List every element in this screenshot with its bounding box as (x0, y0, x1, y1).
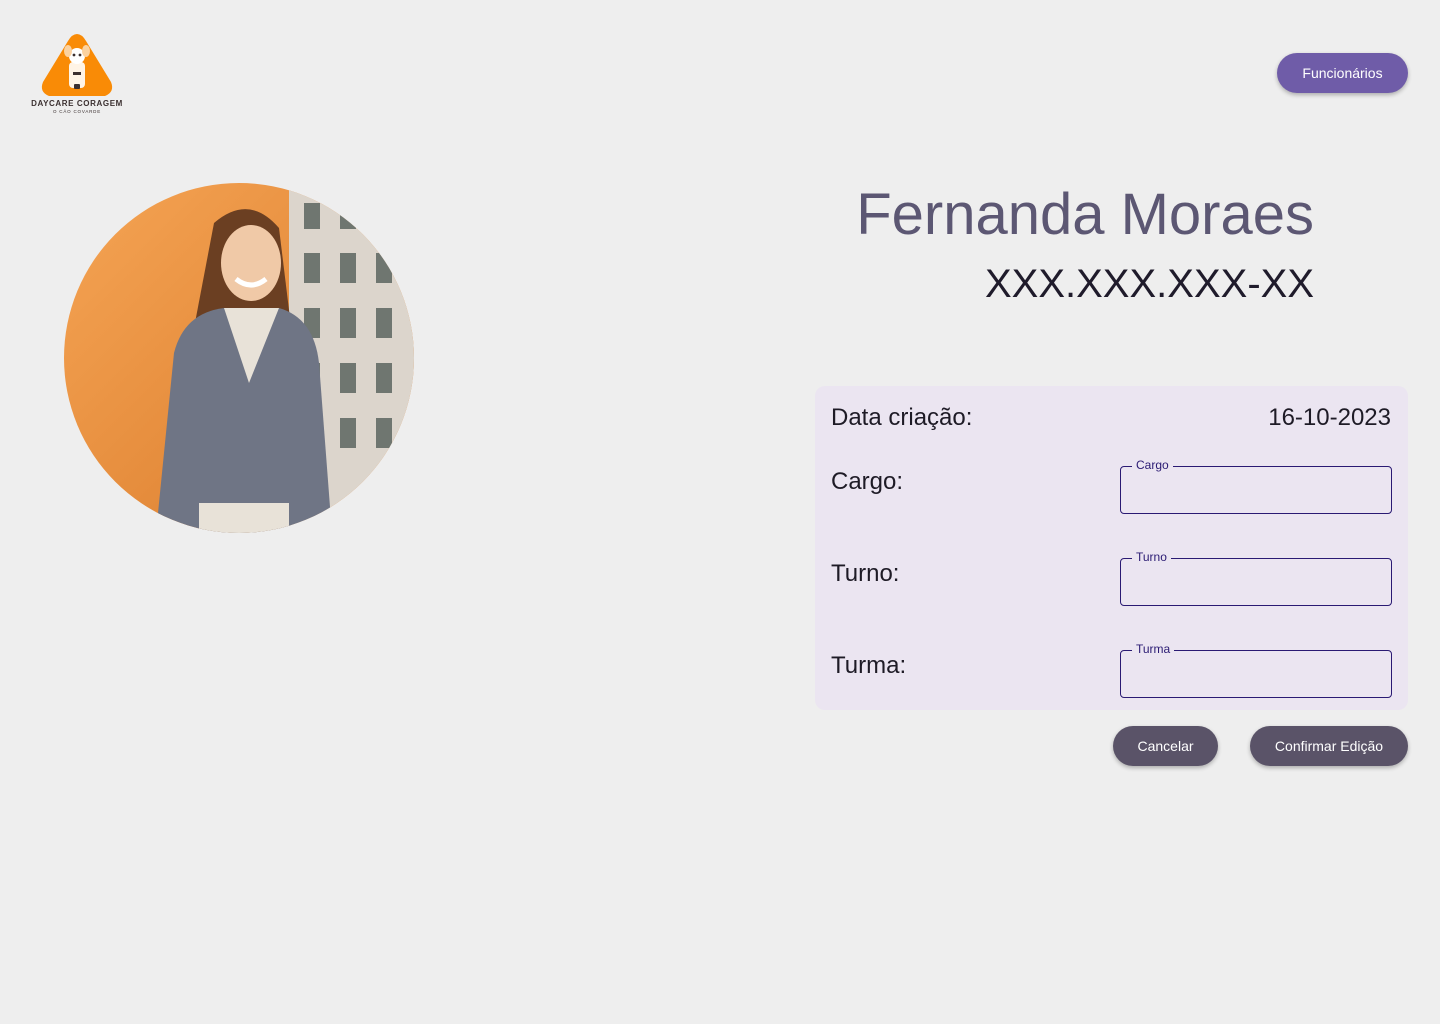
turno-input[interactable] (1121, 559, 1391, 605)
cargo-label: Cargo: (831, 468, 904, 495)
logo-brand-text: DAYCARE CORAGEM (31, 99, 123, 108)
confirm-edit-button[interactable]: Confirmar Edição (1250, 726, 1408, 766)
cargo-input[interactable] (1121, 467, 1391, 513)
daycare-logo[interactable]: DAYCARE CORAGEM O CÃO COVARDE (30, 32, 124, 116)
created-date-value: 16-10-2023 (1268, 404, 1391, 431)
created-date-label: Data criação: (831, 404, 973, 431)
turma-label: Turma: (831, 652, 907, 679)
employee-photo-icon (64, 183, 414, 533)
profile-photo (64, 183, 414, 533)
turno-label: Turno: (831, 560, 900, 587)
turno-field[interactable]: Turno (1120, 550, 1392, 606)
employees-nav-button[interactable]: Funcionários (1277, 53, 1408, 93)
employee-details-card: Data criação: 16-10-2023 Cargo: Cargo Tu… (815, 386, 1408, 710)
turma-input[interactable] (1121, 651, 1391, 697)
cancel-button[interactable]: Cancelar (1113, 726, 1218, 766)
employee-name: Fernanda Moraes (856, 182, 1314, 247)
logo-tagline: O CÃO COVARDE (52, 109, 102, 114)
employee-cpf: XXX.XXX.XXX-XX (984, 262, 1314, 306)
cargo-field[interactable]: Cargo (1120, 458, 1392, 514)
dog-logo-icon (41, 34, 113, 96)
turma-field[interactable]: Turma (1120, 642, 1392, 698)
